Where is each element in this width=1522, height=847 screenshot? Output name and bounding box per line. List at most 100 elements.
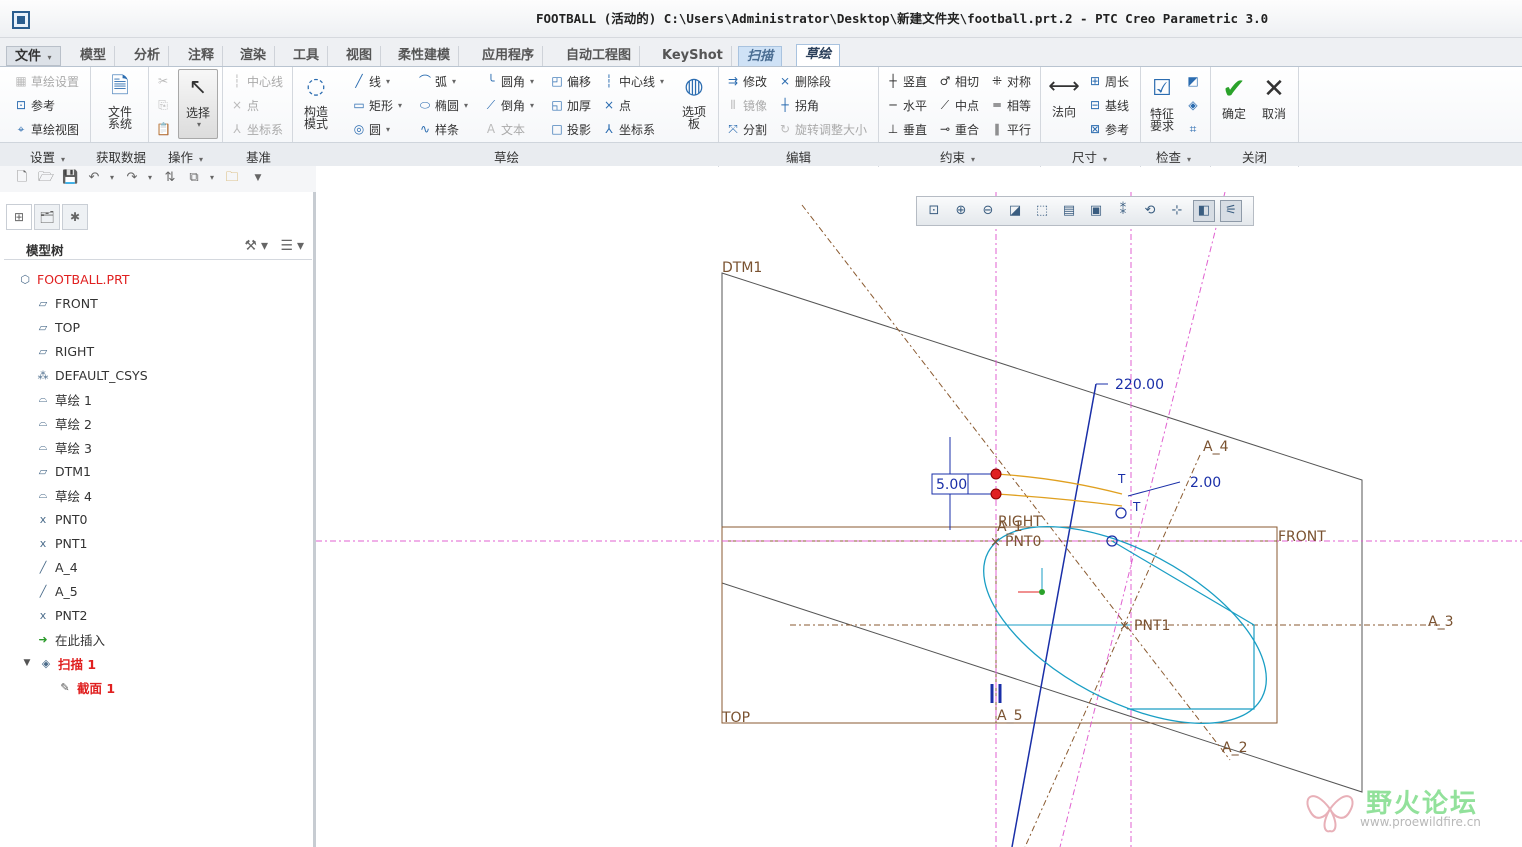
arc-button[interactable]: ⌒ 弧 ▾ <box>418 71 456 91</box>
windows-dropdown-icon[interactable]: ▾ <box>204 170 220 186</box>
paste-button[interactable]: 📋 <box>156 119 171 139</box>
length-dimension-value[interactable]: 220.00 <box>1115 377 1164 393</box>
thicken-button[interactable]: ◱ 加厚 <box>550 95 591 115</box>
group-constrain[interactable]: 约束 ▾ <box>940 147 975 166</box>
sketch-point-upper[interactable] <box>990 468 1002 480</box>
highlight-open-ends-button[interactable]: ⌗ <box>1186 119 1200 139</box>
app-icon[interactable] <box>12 11 30 29</box>
annotation-display-icon[interactable]: ⊹ <box>1166 200 1188 222</box>
save-icon[interactable]: 💾 <box>62 170 78 186</box>
tab-view[interactable]: 视图 <box>338 46 382 66</box>
corner-button[interactable]: ┼ 拐角 <box>778 95 819 115</box>
fillet-button[interactable]: ╰ 圆角 ▾ <box>484 71 534 91</box>
tangent-constraint-button[interactable]: ♂ 相切 <box>938 71 979 91</box>
spline-button[interactable]: ∿ 样条 <box>418 119 459 139</box>
project-button[interactable]: □ 投影 <box>550 119 591 139</box>
vertical-constraint-button[interactable]: ┼ 竖直 <box>886 71 927 91</box>
group-dimension[interactable]: 尺寸 ▾ <box>1072 147 1107 166</box>
feature-requirements-button[interactable]: ☑ 特征要求 <box>1144 73 1180 133</box>
sketcher-display-icon[interactable]: ⚟ <box>1220 200 1242 222</box>
expand-triangle-icon[interactable]: ▼ <box>20 656 34 670</box>
tree-node-insert-here[interactable]: ➜ 在此插入 <box>36 629 105 649</box>
close-window-icon[interactable]: 🗀 <box>224 170 240 186</box>
reference-dimension-button[interactable]: ⊠ 参考 <box>1088 119 1129 139</box>
zoom-in-icon[interactable]: ⊕ <box>950 200 972 222</box>
perimeter-button[interactable]: ⊞ 周长 <box>1088 71 1129 91</box>
tab-sketch[interactable]: 草绘 <box>796 44 841 66</box>
tab-annotate[interactable]: 注释 <box>180 46 224 66</box>
select-button[interactable]: ↖ 选择 ▾ <box>178 69 218 139</box>
tree-node-right[interactable]: ▱ RIGHT <box>36 341 94 361</box>
sketch-view-icon[interactable]: ◧ <box>1193 200 1215 222</box>
cancel-button[interactable]: ✕ 取消 <box>1256 73 1292 120</box>
tree-node-a5[interactable]: ╱ A_5 <box>36 581 78 601</box>
repaint-icon[interactable]: ◪ <box>1004 200 1026 222</box>
mirror-button[interactable]: ⫴ 镜像 <box>726 95 767 115</box>
new-file-icon[interactable]: 🗋 <box>14 170 30 186</box>
tree-node-front[interactable]: ▱ FRONT <box>36 293 98 313</box>
horizontal-constraint-button[interactable]: ─ 水平 <box>886 95 927 115</box>
group-setup[interactable]: 设置 ▾ <box>30 147 65 166</box>
perpendicular-constraint-button[interactable]: ⊥ 垂直 <box>886 119 927 139</box>
baseline-button[interactable]: ⊟ 基线 <box>1088 95 1129 115</box>
palette-button[interactable]: ◍ 选项板 <box>676 71 712 131</box>
parallel-constraint-button[interactable]: ∥ 平行 <box>990 119 1031 139</box>
spin-center-icon[interactable]: ⟲ <box>1139 200 1161 222</box>
tree-node-sketch-3[interactable]: ⌓ 草绘 3 <box>36 437 92 457</box>
delete-segment-button[interactable]: ⨯ 删除段 <box>778 71 831 91</box>
symmetric-constraint-button[interactable]: ⁜ 对称 <box>990 71 1031 91</box>
windows-icon[interactable]: ⧉ <box>186 170 202 186</box>
line-button[interactable]: ╱ 线 ▾ <box>352 71 390 91</box>
sketch-centerline-button[interactable]: ┆ 中心线 ▾ <box>602 71 664 91</box>
overlap-check-button[interactable]: ◩ <box>1186 71 1200 91</box>
tree-node-sweep-1[interactable]: ▼ ◈ 扫描 1 <box>20 653 97 673</box>
sketch-point-button[interactable]: × 点 <box>602 95 631 115</box>
circle-button[interactable]: ◎ 圆 ▾ <box>352 119 390 139</box>
sketch-drawing[interactable]: × × DTM1 RIGHT FRONT TOP PNT0 PNT1 A_2 A… <box>316 192 1522 847</box>
tree-node-pnt1[interactable]: ⅹ PNT1 <box>36 533 88 553</box>
tab-auto-drawing[interactable]: 自动工程图 <box>558 46 641 66</box>
tree-settings-icon[interactable]: ⚒▾ ☰▾ <box>244 238 308 254</box>
favorites-tab-icon[interactable]: ✱ <box>62 204 88 230</box>
tab-render[interactable]: 渲染 <box>232 46 276 66</box>
sketch-setup-button[interactable]: ▦ 草绘设置 <box>14 71 79 91</box>
customize-toolbar-icon[interactable]: ▼ <box>250 170 266 186</box>
tab-keyshot[interactable]: KeyShot <box>654 46 732 66</box>
ellipse-button[interactable]: ⬭ 椭圆 ▾ <box>418 95 468 115</box>
tree-node-sketch-1[interactable]: ⌓ 草绘 1 <box>36 389 92 409</box>
offset-button[interactable]: ◰ 偏移 <box>550 71 591 91</box>
text-button[interactable]: A 文本 <box>484 119 525 139</box>
sketch-point-lower[interactable] <box>990 488 1002 500</box>
tree-node-sketch-4[interactable]: ⌓ 草绘 4 <box>36 485 92 505</box>
ok-button[interactable]: ✔ 确定 <box>1216 73 1252 121</box>
tree-node-a4[interactable]: ╱ A_4 <box>36 557 78 577</box>
tree-node-pnt2[interactable]: ⅹ PNT2 <box>36 605 88 625</box>
tab-flexible-modeling[interactable]: 柔性建模 <box>390 46 460 66</box>
tree-node-part[interactable]: ⬡ FOOTBALL.PRT <box>18 269 129 289</box>
tab-sweep[interactable]: 扫描 <box>738 46 783 66</box>
shade-closed-loops-button[interactable]: ◈ <box>1186 95 1200 115</box>
regenerate-icon[interactable]: ⇅ <box>162 170 178 186</box>
folder-browser-tab-icon[interactable]: 🗂 <box>34 204 60 230</box>
offset-dimension-value[interactable]: 5.00 <box>936 477 967 493</box>
model-tree-tab-icon[interactable]: ⊞ <box>6 204 32 230</box>
datum-point-button[interactable]: × 点 <box>230 95 259 115</box>
open-file-icon[interactable]: 🗁 <box>38 170 54 186</box>
tab-model[interactable]: 模型 <box>72 46 116 66</box>
graphics-canvas[interactable]: × × DTM1 RIGHT FRONT TOP PNT0 PNT1 A_2 A… <box>316 192 1522 847</box>
midpoint-constraint-button[interactable]: ⟋ 中点 <box>938 95 979 115</box>
tab-file[interactable]: 文件 ▾ <box>6 46 61 66</box>
datum-centerline-button[interactable]: ┆ 中心线 <box>230 71 283 91</box>
redo-icon[interactable]: ↷ <box>124 170 140 186</box>
display-style-icon[interactable]: ⬚ <box>1031 200 1053 222</box>
tree-node-top[interactable]: ▱ TOP <box>36 317 80 337</box>
view-manager-icon[interactable]: ▣ <box>1085 200 1107 222</box>
reference-button[interactable]: ⊡ 参考 <box>14 95 55 115</box>
datum-csys-button[interactable]: ⅄ 坐标系 <box>230 119 283 139</box>
tree-node-pnt0[interactable]: ⅹ PNT0 <box>36 509 88 529</box>
tab-analysis[interactable]: 分析 <box>126 46 170 66</box>
tree-node-dtm1[interactable]: ▱ DTM1 <box>36 461 91 481</box>
equal-constraint-button[interactable]: ═ 相等 <box>990 95 1031 115</box>
datum-display-icon[interactable]: ⁑ <box>1112 200 1134 222</box>
small-dimension-value[interactable]: 2.00 <box>1190 475 1221 491</box>
